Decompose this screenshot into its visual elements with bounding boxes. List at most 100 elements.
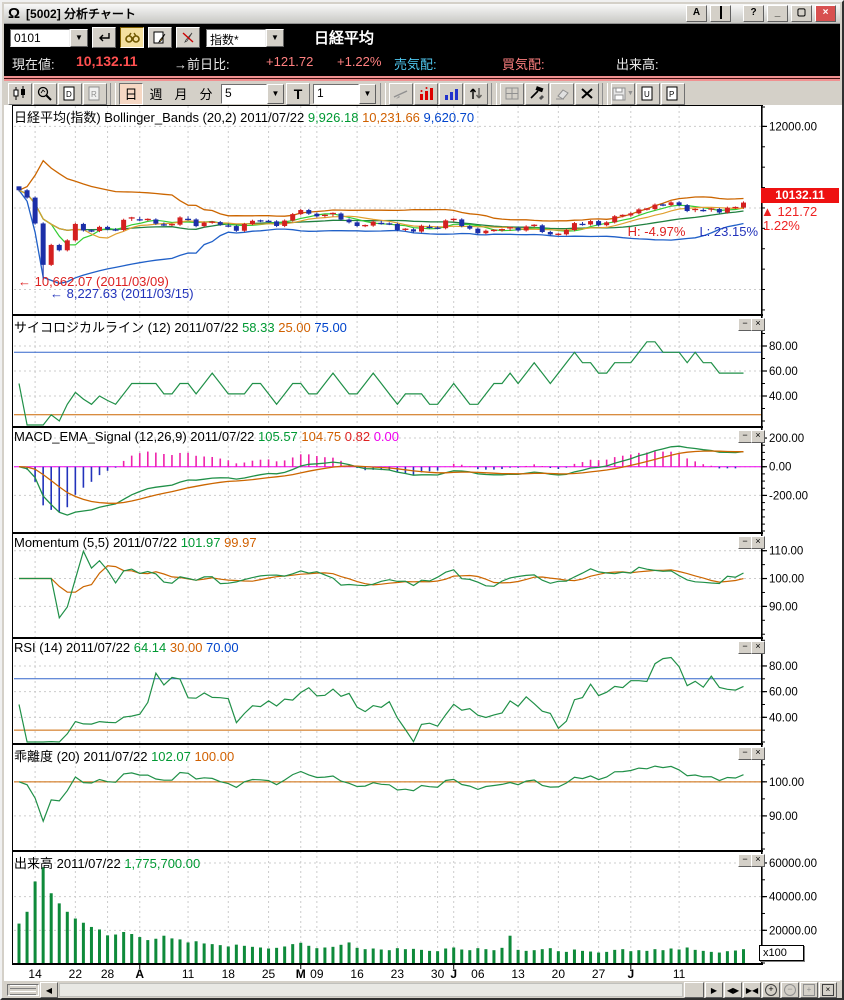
category-dropdown-arrow-icon[interactable]: ▼ — [266, 29, 284, 47]
search-button[interactable] — [120, 27, 144, 48]
count-dropdown-arrow-icon[interactable]: ▼ — [359, 84, 376, 104]
no-edit-icon — [181, 31, 195, 44]
volume-label: 出来高: — [616, 54, 659, 73]
close-panel-button[interactable]: × — [819, 982, 837, 998]
interval-dropdown-arrow-icon[interactable]: ▼ — [267, 84, 284, 104]
copy-window-button[interactable] — [710, 5, 731, 22]
window-title: [5002] 分析チャート — [26, 5, 136, 22]
print-chart-button[interactable]: P — [661, 83, 685, 105]
hammer-wrench-icon — [529, 86, 545, 101]
interval-select[interactable]: 5 ▼ — [221, 84, 284, 104]
x-axis-label: 16 — [350, 967, 364, 980]
eraser-button[interactable] — [550, 83, 574, 105]
period-day-button[interactable]: 日 — [119, 83, 143, 105]
trendline-button[interactable] — [389, 83, 413, 105]
clear-edit-button[interactable] — [176, 27, 200, 48]
x-axis-label: 06 — [471, 967, 485, 980]
x-axis-label: 28 — [101, 967, 115, 980]
svg-text:60.00: 60.00 — [769, 366, 798, 378]
period-month-button[interactable]: 月 — [169, 83, 193, 105]
svg-text:90.00: 90.00 — [769, 601, 798, 613]
font-button[interactable]: T — [286, 83, 310, 105]
svg-text:R: R — [91, 90, 97, 99]
svg-text:0.00: 0.00 — [769, 462, 791, 474]
category-combo[interactable]: 指数* ▼ — [206, 29, 284, 47]
settings-button[interactable] — [525, 83, 549, 105]
grid-toggle-button[interactable]: + — [800, 982, 818, 998]
font-size-button[interactable]: A — [686, 5, 707, 22]
svg-text:40000.00: 40000.00 — [769, 892, 817, 904]
svg-text:20000.00: 20000.00 — [769, 925, 817, 937]
shrink-range-button[interactable]: ▶◀ — [743, 982, 761, 998]
count-value[interactable]: 1 — [313, 84, 359, 104]
svg-text:-200.00: -200.00 — [769, 490, 808, 502]
analysis-chart-window: Ω [5002] 分析チャート A ? _ ▢ × 0101 ▼ — [0, 0, 844, 1000]
scrollbar-track[interactable] — [59, 983, 683, 997]
instrument-name: 日経平均 — [314, 27, 374, 48]
period-week-button[interactable]: 週 — [144, 83, 168, 105]
circle-minus-icon: − — [784, 984, 796, 996]
toolbar-separator — [380, 83, 386, 105]
panel-separator — [12, 426, 763, 428]
svg-text:60.00: 60.00 — [769, 687, 798, 699]
toolbar-separator — [602, 83, 608, 105]
edit-button[interactable] — [148, 27, 172, 48]
x-axis-label: 11 — [673, 967, 686, 980]
maximize-button[interactable]: ▢ — [791, 5, 812, 22]
panel-separator — [12, 637, 763, 639]
interval-value[interactable]: 5 — [221, 84, 267, 104]
copy-chart-r-button[interactable]: R — [83, 83, 107, 105]
zoom-in-button[interactable]: + — [762, 982, 780, 998]
up-down-arrows-icon — [469, 86, 483, 101]
grid-box-icon: + — [803, 984, 815, 996]
svg-text:80.00: 80.00 — [769, 341, 798, 353]
bottom-scrollbar: ◀ ▶ ◀▶ ▶◀ + − + × — [4, 980, 840, 999]
candlestick-chart-button[interactable] — [8, 83, 32, 105]
svg-text:60000.00: 60000.00 — [769, 858, 817, 870]
close-button[interactable]: × — [815, 5, 836, 22]
panel-separator — [12, 743, 763, 745]
x-axis-label: 13 — [511, 967, 525, 980]
blue-bars-icon — [444, 86, 459, 101]
symbol-dropdown-arrow-icon[interactable]: ▼ — [70, 29, 88, 47]
grid-icon — [505, 87, 520, 101]
count-select[interactable]: 1 ▼ — [313, 84, 376, 104]
load-chart-button[interactable]: U — [636, 83, 660, 105]
symbol-code-field[interactable]: 0101 — [10, 29, 70, 47]
scroll-right-button[interactable]: ▶ — [705, 982, 723, 998]
scroll-left-button[interactable]: ◀ — [40, 982, 58, 998]
enter-button[interactable] — [92, 27, 116, 48]
delete-all-button[interactable] — [575, 83, 599, 105]
page-p-icon: P — [666, 86, 680, 101]
grid-layout-button[interactable] — [500, 83, 524, 105]
svg-text:12000.00: 12000.00 — [769, 121, 817, 133]
zoom-out-button[interactable]: − — [781, 982, 799, 998]
sort-button[interactable] — [464, 83, 488, 105]
diff-pct-value: +1.22% — [337, 54, 381, 69]
expand-range-button[interactable]: ◀▶ — [724, 982, 742, 998]
plot-background — [12, 105, 842, 979]
minimize-button[interactable]: _ — [767, 5, 788, 22]
chart-canvas[interactable]: 12000.0080.0060.0040.00200.000.00-200.00… — [4, 105, 844, 980]
current-price-label: 現在値: — [12, 54, 55, 73]
help-button[interactable]: ? — [743, 5, 764, 22]
volume-chart-button[interactable] — [439, 83, 463, 105]
zoom-chart-button[interactable] — [33, 83, 57, 105]
save-button[interactable]: ▼ — [611, 83, 635, 105]
scrollbar-thumb[interactable] — [684, 982, 704, 998]
category-field[interactable]: 指数* — [206, 29, 266, 47]
svg-text:100.00: 100.00 — [769, 574, 804, 586]
symbol-combo[interactable]: 0101 ▼ — [10, 29, 88, 47]
chart-area[interactable]: 12000.0080.0060.0040.00200.000.00-200.00… — [4, 105, 844, 980]
panel-separator — [12, 532, 763, 534]
copy-chart-button[interactable]: D — [58, 83, 82, 105]
quote-bar: 0101 ▼ 指数* ▼ 日経平均 現在値: 10,132.11 — [4, 24, 840, 76]
x-axis-label: 30 — [431, 967, 445, 980]
x-axis-label: 14 — [28, 967, 42, 980]
compare-chart-button[interactable] — [414, 83, 438, 105]
period-minute-button[interactable]: 分 — [194, 83, 218, 105]
resize-grip[interactable] — [7, 984, 39, 996]
x-axis-label: 25 — [262, 967, 276, 980]
box-x-icon: × — [822, 984, 834, 996]
magnifier-icon — [37, 86, 53, 101]
